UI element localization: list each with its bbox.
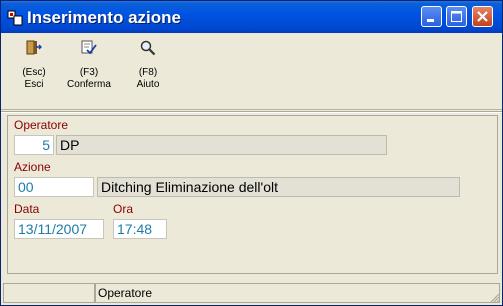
confirm-shortcut: (F3) [79,67,99,78]
date-label: Data [14,202,40,216]
help-shortcut: (F8) [138,67,158,78]
operator-name-field: DP [56,135,387,155]
main-window: Inserimento azione (Esc) Esci (F3) Confe… [0,0,503,306]
date-input[interactable]: 13/11/2007 [14,219,104,239]
action-description-field: Ditching Eliminazione dell'olt [97,177,460,197]
confirm-button[interactable]: (F3) Conferma [61,37,117,91]
time-label: Ora [113,202,134,216]
title-bar[interactable]: Inserimento azione [1,1,502,33]
time-input[interactable]: 17:48 [113,219,167,239]
form-panel: Operatore 5 DP Azione 00 Ditching Elimin… [7,115,498,274]
exit-label: Esci [24,79,44,90]
maximize-icon [451,11,462,22]
exit-door-icon [26,40,42,55]
app-icon [7,10,23,26]
help-label: Aiuto [136,79,160,90]
status-field-hint: Operatore [95,283,500,303]
resize-grip-icon[interactable] [488,291,500,303]
confirm-check-icon [81,40,97,55]
operator-label: Operatore [14,118,69,132]
status-bar: Operatore [1,283,502,305]
action-label: Azione [14,160,51,174]
confirm-label: Conferma [67,79,111,90]
action-code-input[interactable]: 00 [14,177,94,197]
operator-code-input[interactable]: 5 [14,135,54,155]
close-icon [477,11,488,22]
magnifier-icon [140,40,156,56]
maximize-button[interactable] [446,6,467,27]
help-button[interactable]: (F8) Aiuto [120,37,176,91]
toolbar: (Esc) Esci (F3) Conferma (F8) Aiuto [1,33,502,110]
minimize-button[interactable] [421,6,442,27]
close-button[interactable] [472,6,493,27]
toolbar-divider [1,111,502,113]
exit-shortcut: (Esc) [22,67,46,78]
status-cell-empty [3,283,95,303]
exit-button[interactable]: (Esc) Esci [6,37,62,91]
minimize-icon [427,19,434,22]
window-title: Inserimento azione [27,8,181,27]
